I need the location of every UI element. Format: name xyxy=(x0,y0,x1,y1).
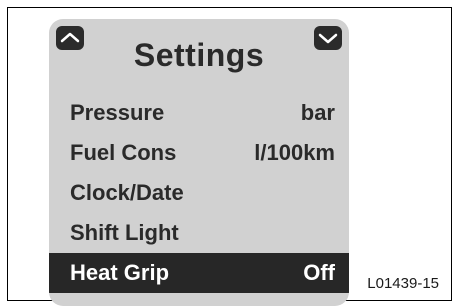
figure-code: L01439-15 xyxy=(367,275,439,292)
menu-item-label: Fuel Cons xyxy=(70,140,177,165)
menu-item-value: bar xyxy=(300,100,335,125)
menu-item-fuel-cons[interactable]: Fuel Cons l/100km xyxy=(49,133,349,173)
menu-item-clock-date[interactable]: Clock/Date xyxy=(49,173,349,213)
screen-title: Settings xyxy=(133,37,265,73)
menu-item-heat-grip[interactable]: Heat Grip Off xyxy=(49,253,349,293)
menu-item-pressure[interactable]: Pressure bar xyxy=(49,93,349,133)
figure-frame: Settings Pressure bar Fuel Cons l/100km … xyxy=(7,7,452,306)
menu-item-label: Shift Light xyxy=(70,220,179,245)
menu-item-label: Pressure xyxy=(70,100,165,125)
menu-item-shift-light[interactable]: Shift Light xyxy=(49,213,349,253)
menu-item-label: Clock/Date xyxy=(70,180,184,205)
settings-menu: Pressure bar Fuel Cons l/100km Clock/Dat… xyxy=(49,93,349,293)
menu-item-label: Heat Grip xyxy=(70,260,170,285)
menu-item-value: l/100km xyxy=(254,140,335,165)
settings-screen: Settings Pressure bar Fuel Cons l/100km … xyxy=(49,19,349,306)
menu-item-value: Off xyxy=(303,260,335,285)
